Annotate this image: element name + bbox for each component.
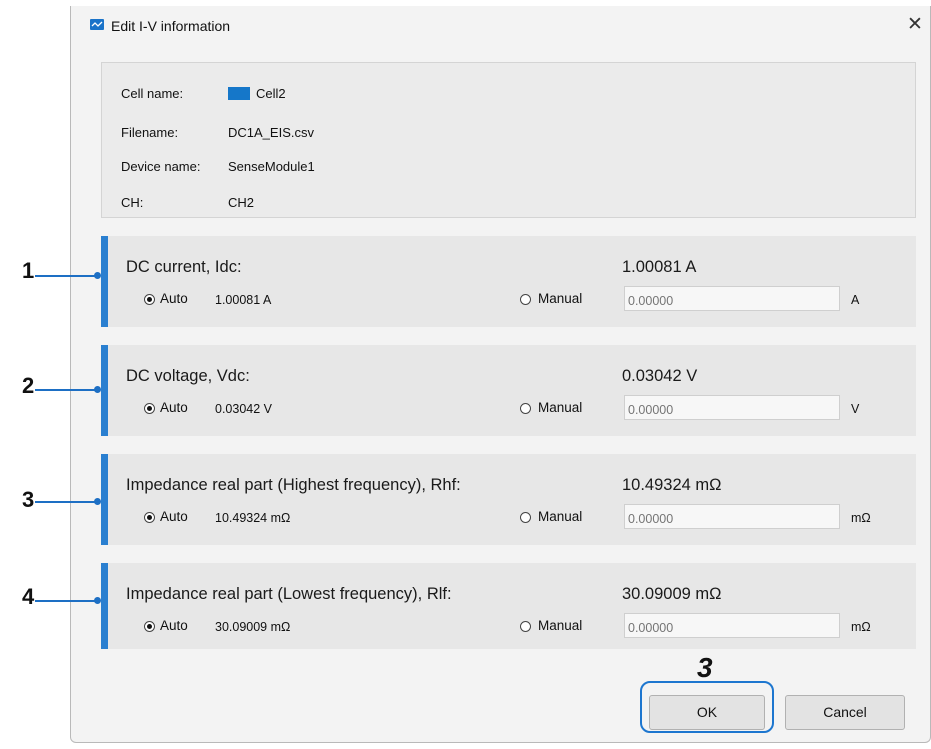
callout-leader-line <box>35 389 97 391</box>
callout-leader-dot <box>94 386 101 393</box>
callout-leader-line <box>35 600 97 602</box>
section-value: 30.09009 mΩ <box>622 585 722 603</box>
section-value: 0.03042 V <box>622 367 698 385</box>
manual-input[interactable] <box>624 286 840 311</box>
info-value: SenseModule1 <box>228 159 315 174</box>
section-title: DC voltage, Vdc: <box>126 367 250 385</box>
auto-label[interactable]: Auto <box>160 400 188 415</box>
callout-leader-dot <box>94 597 101 604</box>
auto-value: 30.09009 mΩ <box>215 620 291 634</box>
callout-number: 2 <box>22 373 35 398</box>
info-value: CH2 <box>228 195 255 210</box>
auto-value: 1.00081 A <box>215 293 272 307</box>
unit-label: mΩ <box>851 511 871 525</box>
unit-label: V <box>851 402 860 416</box>
unit-label: mΩ <box>851 620 871 634</box>
auto-radio[interactable] <box>144 294 155 305</box>
section-impedance-rhf: Impedance real part (Highest frequency),… <box>101 454 916 545</box>
chart-line-icon <box>90 19 104 30</box>
manual-label[interactable]: Manual <box>538 291 582 306</box>
info-row-cell-name: Cell name: Cell2 <box>121 86 286 101</box>
info-value: DC1A_EIS.csv <box>228 125 314 140</box>
section-accent-bar <box>101 563 108 649</box>
manual-radio[interactable] <box>520 294 531 305</box>
info-label: Cell name: <box>121 86 184 101</box>
callout-number: 4 <box>22 584 35 609</box>
section-value: 1.00081 A <box>622 258 697 276</box>
section-title: Impedance real part (Lowest frequency), … <box>126 585 452 603</box>
section-impedance-rlf: Impedance real part (Lowest frequency), … <box>101 563 916 649</box>
manual-input[interactable] <box>624 395 840 420</box>
info-panel: Cell name: Cell2 Filename: DC1A_EIS.csv De… <box>101 62 916 218</box>
step-number-marker: 3 <box>697 652 713 683</box>
info-value: Cell2 <box>256 86 286 101</box>
auto-radio[interactable] <box>144 403 155 414</box>
info-label: CH: <box>121 195 144 210</box>
section-title: Impedance real part (Highest frequency),… <box>126 476 461 494</box>
auto-value: 10.49324 mΩ <box>215 511 291 525</box>
info-row-device-name: Device name: SenseModule1 <box>121 159 315 174</box>
auto-label[interactable]: Auto <box>160 291 188 306</box>
info-label: Filename: <box>121 125 179 140</box>
manual-input[interactable] <box>624 504 840 529</box>
close-icon[interactable]: ✕ <box>902 12 928 38</box>
window-title: Edit I-V information <box>111 18 231 34</box>
auto-label[interactable]: Auto <box>160 509 188 524</box>
section-dc-current: DC current, Idc: 1.00081 A Auto 1.00081 … <box>101 236 916 327</box>
auto-radio[interactable] <box>144 621 155 632</box>
cell-color-swatch <box>228 87 250 100</box>
manual-radio[interactable] <box>520 403 531 414</box>
auto-value: 0.03042 V <box>215 402 272 416</box>
section-value: 10.49324 mΩ <box>622 476 722 494</box>
info-row-channel: CH: CH2 <box>121 195 254 210</box>
section-dc-voltage: DC voltage, Vdc: 0.03042 V Auto 0.03042 … <box>101 345 916 436</box>
info-row-filename: Filename: DC1A_EIS.csv <box>121 125 314 140</box>
callout-number: 3 <box>22 487 35 512</box>
section-accent-bar <box>101 345 108 436</box>
manual-radio[interactable] <box>520 621 531 632</box>
callout-leader-line <box>35 275 97 277</box>
section-accent-bar <box>101 454 108 545</box>
manual-label[interactable]: Manual <box>538 400 582 415</box>
callout-leader-dot <box>94 498 101 505</box>
unit-label: A <box>851 293 860 307</box>
ok-button-highlight <box>640 681 774 733</box>
title-bar: Edit I-V information ✕ <box>71 6 930 42</box>
callout-leader-line <box>35 501 97 503</box>
callout-leader-dot <box>94 272 101 279</box>
edit-iv-dialog: Edit I-V information ✕ Cell name: Cell2 F… <box>70 6 931 743</box>
callout-number: 1 <box>22 258 35 283</box>
auto-label[interactable]: Auto <box>160 618 188 633</box>
manual-input[interactable] <box>624 613 840 638</box>
section-accent-bar <box>101 236 108 327</box>
cancel-button[interactable]: Cancel <box>785 695 905 730</box>
section-title: DC current, Idc: <box>126 258 242 276</box>
auto-radio[interactable] <box>144 512 155 523</box>
manual-label[interactable]: Manual <box>538 509 582 524</box>
manual-radio[interactable] <box>520 512 531 523</box>
info-label: Device name: <box>121 159 201 174</box>
manual-label[interactable]: Manual <box>538 618 582 633</box>
